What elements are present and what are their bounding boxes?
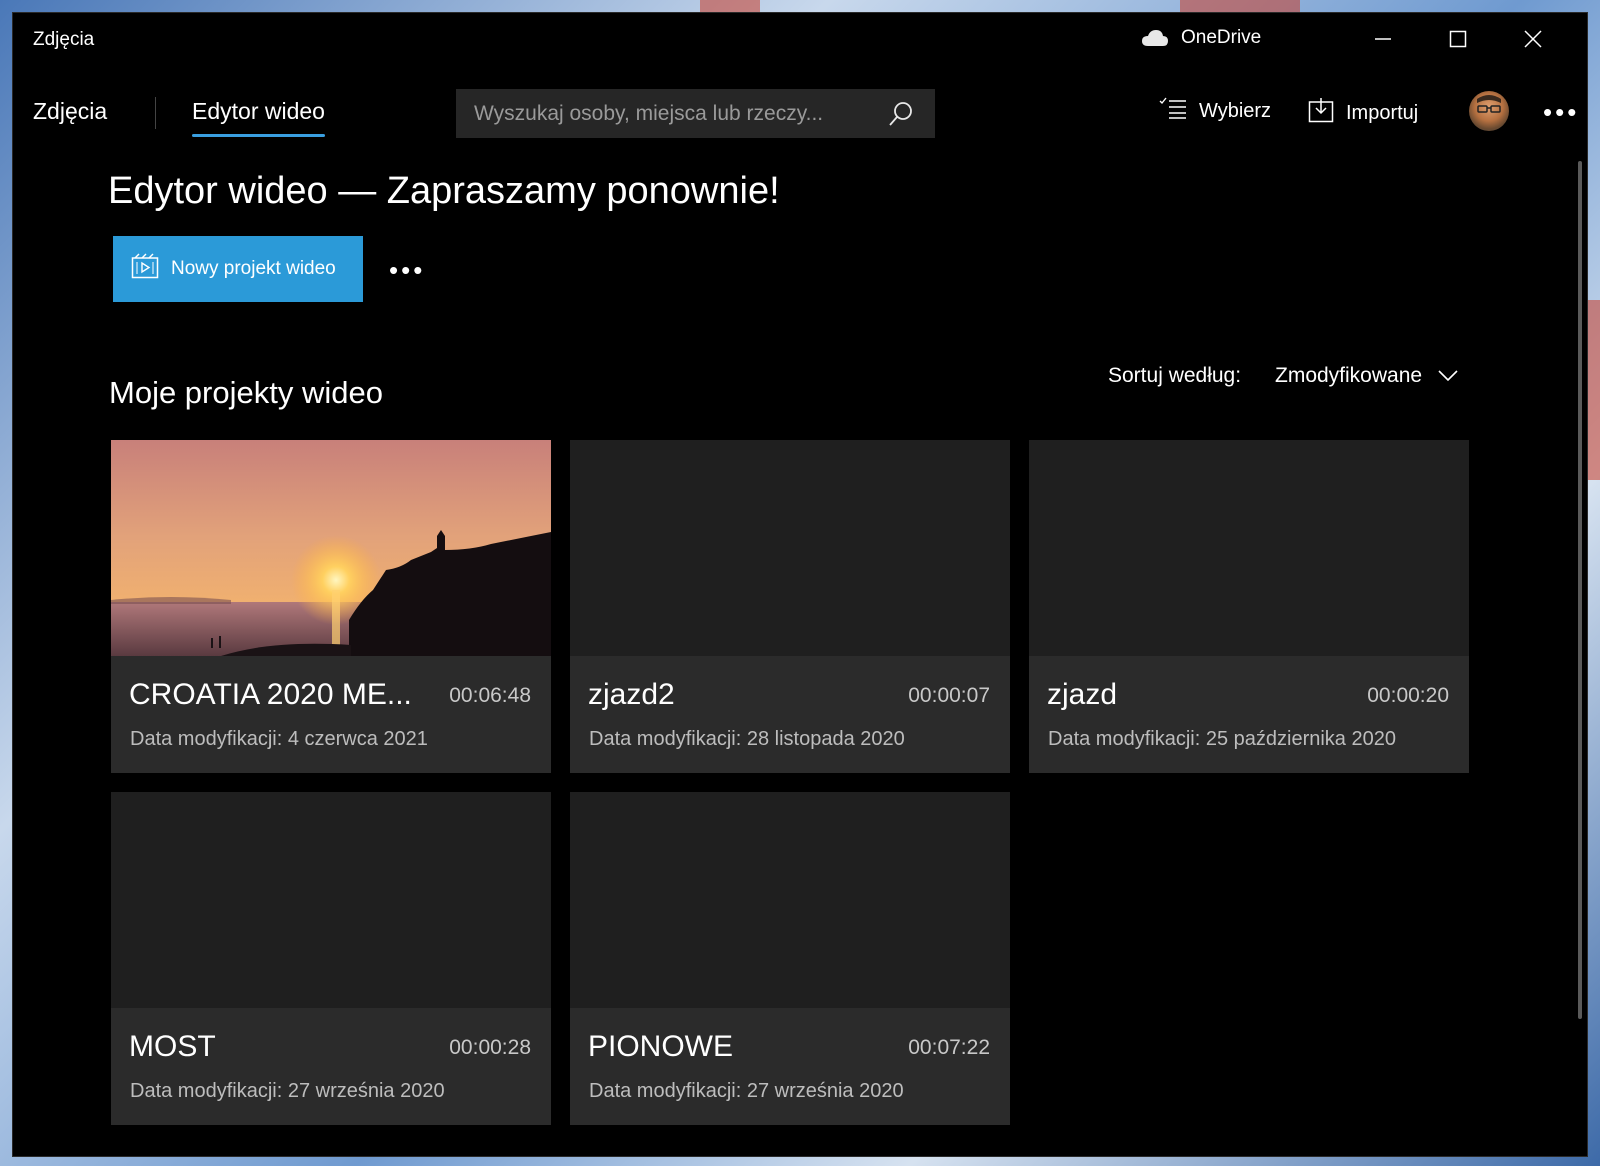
desktop-wallpaper-stripe	[700, 0, 760, 13]
project-meta: zjazd2 00:00:07 Data modyfikacji: 28 lis…	[570, 656, 1010, 773]
project-name: zjazd	[1047, 678, 1118, 711]
minimize-icon	[1375, 38, 1391, 40]
cloud-icon	[1141, 29, 1169, 47]
search-icon[interactable]	[887, 100, 915, 133]
desktop-wallpaper-stripe	[1587, 300, 1600, 480]
section-title: Moje projekty wideo	[109, 375, 383, 410]
project-meta: zjazd 00:00:20 Data modyfikacji: 25 paźd…	[1029, 656, 1469, 773]
import-button[interactable]: Importuj	[1308, 97, 1418, 129]
project-duration: 00:00:07	[908, 684, 990, 707]
project-duration: 00:00:28	[449, 1036, 531, 1059]
tab-video-editor[interactable]: Edytor wideo	[192, 98, 325, 125]
close-button[interactable]	[1513, 23, 1553, 55]
maximize-icon	[1449, 30, 1467, 48]
project-meta: MOST 00:00:28 Data modyfikacji: 27 wrześ…	[111, 1008, 551, 1125]
project-card[interactable]: PIONOWE 00:07:22 Data modyfikacji: 27 wr…	[570, 792, 1010, 1125]
project-duration: 00:06:48	[449, 684, 531, 707]
video-project-icon	[131, 253, 159, 285]
project-name: CROATIA 2020 ME...	[129, 678, 412, 711]
project-modified-date: Data modyfikacji: 25 października 2020	[1048, 728, 1396, 750]
import-icon	[1308, 97, 1334, 129]
photos-app-window: Zdjęcia OneDrive Zdjęcia Edytor wideo Wy…	[13, 13, 1587, 1156]
user-avatar[interactable]	[1469, 91, 1509, 131]
project-name: PIONOWE	[588, 1030, 734, 1063]
project-meta: CROATIA 2020 ME... 00:06:48 Data modyfik…	[111, 656, 551, 773]
project-name: MOST	[129, 1030, 216, 1063]
project-modified-date: Data modyfikacji: 4 czerwca 2021	[130, 728, 428, 750]
search-input[interactable]	[474, 101, 874, 126]
desktop-wallpaper-stripe	[1180, 0, 1300, 13]
project-modified-date: Data modyfikacji: 27 września 2020	[589, 1080, 904, 1102]
sort-dropdown[interactable]: Zmodyfikowane	[1275, 364, 1458, 388]
page-title: Edytor wideo — Zapraszamy ponownie!	[108, 170, 780, 212]
import-label: Importuj	[1346, 101, 1419, 124]
title-bar: Zdjęcia OneDrive	[13, 13, 1587, 67]
sort-dropdown-value: Zmodyfikowane	[1275, 364, 1423, 387]
sort-label: Sortuj według:	[1108, 364, 1242, 387]
project-modified-date: Data modyfikacji: 27 września 2020	[130, 1080, 445, 1102]
project-thumbnail	[111, 792, 551, 1008]
maximize-button[interactable]	[1438, 23, 1478, 55]
project-duration: 00:07:22	[908, 1036, 990, 1059]
new-video-project-button[interactable]: Nowy projekt wideo	[113, 236, 363, 302]
onedrive-button[interactable]: OneDrive	[1141, 27, 1261, 49]
chevron-down-icon	[1438, 364, 1458, 388]
project-card[interactable]: zjazd 00:00:20 Data modyfikacji: 25 paźd…	[1029, 440, 1469, 773]
project-modified-date: Data modyfikacji: 28 listopada 2020	[589, 728, 905, 750]
checklist-icon	[1159, 97, 1187, 125]
project-thumbnail	[570, 792, 1010, 1008]
new-video-project-label: Nowy projekt wideo	[171, 258, 336, 279]
select-button[interactable]: Wybierz	[1159, 97, 1271, 125]
nav-divider	[155, 97, 156, 129]
project-name: zjazd2	[588, 678, 675, 711]
project-thumbnail	[1029, 440, 1469, 656]
onedrive-label: OneDrive	[1181, 27, 1262, 48]
tab-photos[interactable]: Zdjęcia	[33, 98, 107, 125]
app-title: Zdjęcia	[33, 29, 95, 50]
active-tab-indicator	[192, 134, 325, 137]
project-card[interactable]: CROATIA 2020 ME... 00:06:48 Data modyfik…	[111, 440, 551, 773]
minimize-button[interactable]	[1363, 23, 1403, 55]
project-thumbnail	[111, 440, 551, 656]
close-icon	[1524, 30, 1542, 48]
select-label: Wybierz	[1199, 99, 1272, 122]
vertical-scrollbar[interactable]	[1578, 161, 1582, 1019]
project-more-options-button[interactable]: •••	[389, 255, 425, 286]
more-options-button[interactable]: •••	[1543, 97, 1579, 128]
project-duration: 00:00:20	[1367, 684, 1449, 707]
project-meta: PIONOWE 00:07:22 Data modyfikacji: 27 wr…	[570, 1008, 1010, 1125]
project-thumbnail	[570, 440, 1010, 656]
project-card[interactable]: zjazd2 00:00:07 Data modyfikacji: 28 lis…	[570, 440, 1010, 773]
search-box	[456, 89, 935, 138]
project-card[interactable]: MOST 00:00:28 Data modyfikacji: 27 wrześ…	[111, 792, 551, 1125]
